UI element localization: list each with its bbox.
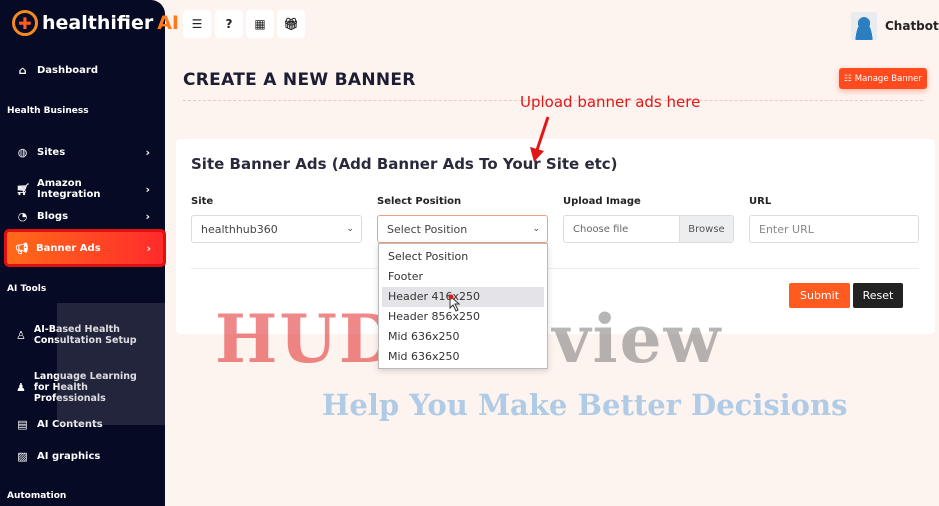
cursor-icon (448, 294, 461, 312)
globe-icon: ◍ (17, 146, 28, 159)
film-icon: ▦ (254, 17, 266, 31)
submit-button[interactable]: Submit (789, 283, 850, 308)
gift-icon: 🎁︎ (283, 17, 299, 31)
section-ai-tools: AI Tools (7, 284, 47, 294)
chevron-right-icon: › (145, 146, 150, 159)
dropdown-option[interactable]: Header 856x250 (382, 307, 544, 327)
page-title: CREATE A NEW BANNER (183, 70, 416, 90)
sidebar-item-blogs[interactable]: ◔ Blogs › (16, 210, 150, 223)
menu-button[interactable]: ☰ (183, 10, 211, 38)
avatar (851, 12, 877, 40)
video-button[interactable]: ▦ (246, 10, 274, 38)
form-title: Site Banner Ads (Add Banner Ads To Your … (191, 155, 618, 173)
dropdown-option[interactable]: Footer (382, 267, 544, 287)
browse-button[interactable]: Browse (679, 216, 733, 242)
dropdown-option[interactable]: Header 416x250 (382, 287, 544, 307)
upload-image-input[interactable]: Choose file Browse (563, 215, 734, 243)
home-icon: ⌂ (18, 64, 27, 77)
sidebar-item-amazon-integration[interactable]: 🛒︎ Amazon Integration › (16, 178, 150, 200)
file-icon: ▤ (17, 418, 28, 431)
watermark-tagline: Help You Make Better Decisions (322, 388, 848, 422)
sidebar-item-dashboard[interactable]: ⌂ Dashboard (16, 64, 150, 77)
sidebar: ✚ healthifier AI ⌂ Dashboard Health Busine… (0, 0, 179, 506)
section-health-business: Health Business (7, 106, 89, 116)
position-dropdown: Select Position Footer Header 416x250 He… (378, 243, 548, 369)
annotation-text: Upload banner ads here (520, 93, 701, 111)
cart-icon: 🛒︎ (16, 182, 30, 196)
chevron-right-icon: › (145, 182, 150, 196)
divider (191, 268, 919, 269)
url-label: URL (749, 196, 772, 207)
chevron-down-icon: ⌄ (532, 224, 540, 234)
help-icon: ? (225, 17, 233, 31)
watermark-overlay (57, 303, 165, 425)
dropdown-option[interactable]: Select Position (382, 247, 544, 267)
megaphone-icon: 📢︎ (15, 241, 29, 255)
manage-banner-button[interactable]: ☷ Manage Banner (839, 68, 927, 89)
upload-label: Upload Image (563, 196, 641, 207)
chevron-right-icon: › (146, 241, 151, 255)
site-select[interactable]: healthhub360 ⌄ (191, 215, 362, 243)
sidebar-item-ai-graphics[interactable]: ▨ AI graphics (16, 450, 150, 463)
dropdown-option[interactable]: Mid 636x250 (382, 347, 544, 367)
chevron-down-icon: ⌄ (346, 224, 354, 234)
help-button[interactable]: ? (215, 10, 243, 38)
position-select[interactable]: Select Position ⌄ (377, 215, 548, 243)
brand-logo[interactable]: ✚ healthifier AI (12, 10, 179, 36)
section-automation: Automation (7, 491, 67, 501)
rss-icon: ◔ (17, 210, 28, 223)
user-menu[interactable]: Chatbot (851, 12, 939, 40)
site-label: Site (191, 196, 214, 207)
user-icon: ♟ (16, 381, 26, 394)
sidebar-item-sites[interactable]: ◍ Sites › (16, 146, 150, 159)
dropdown-option[interactable]: Mid 636x250 (382, 327, 544, 347)
position-label: Select Position (377, 196, 462, 207)
logo-icon: ✚ (12, 10, 38, 36)
chevron-right-icon: › (145, 210, 150, 223)
image-icon: ▨ (17, 450, 28, 463)
reset-button[interactable]: Reset (853, 283, 903, 308)
url-input[interactable]: Enter URL (749, 215, 919, 243)
menu-icon: ☰ (191, 17, 203, 31)
gift-button[interactable]: 🎁︎ (277, 10, 305, 38)
user-doctor-icon: ♙ (16, 328, 26, 342)
sidebar-item-banner-ads[interactable]: 📢︎ Banner Ads › (4, 229, 166, 267)
list-icon: ☷ (844, 73, 852, 84)
